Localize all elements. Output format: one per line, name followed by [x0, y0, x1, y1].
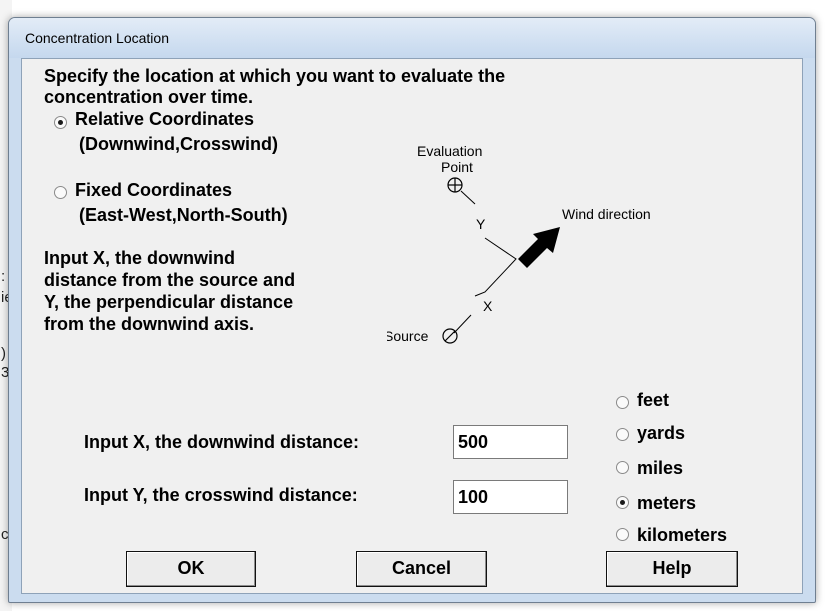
help-button[interactable]: Help	[606, 551, 738, 587]
fixed-coordinates-sublabel: (East-West,North-South)	[79, 205, 288, 225]
unit-kilometers-radio[interactable]	[616, 528, 629, 541]
background-text: )	[1, 345, 6, 362]
wind-direction-arrow-icon	[518, 227, 560, 268]
unit-yards-radio[interactable]	[616, 428, 629, 441]
unit-kilometers-label[interactable]: kilometers	[637, 525, 727, 546]
y-axis-label: Y	[476, 216, 486, 232]
dialog-client-area: Specify the location at which you want t…	[21, 58, 803, 594]
unit-yards-label[interactable]: yards	[637, 423, 685, 444]
relative-coordinates-radio[interactable]	[54, 116, 67, 129]
downwind-distance-input[interactable]: 500	[453, 425, 568, 459]
source-icon	[442, 328, 458, 344]
description-text: Input X, the downwind distance from the …	[44, 247, 295, 335]
crosswind-distance-input[interactable]: 100	[453, 480, 568, 514]
description-line: from the downwind axis.	[44, 314, 255, 334]
distance-path	[474, 237, 517, 297]
unit-meters-radio[interactable]	[616, 496, 629, 509]
title-bar[interactable]: Concentration Location	[9, 18, 815, 58]
description-line: Y, the perpendicular distance	[44, 292, 294, 312]
background-text: :	[1, 268, 6, 285]
input-y-label: Input Y, the crosswind distance:	[84, 485, 358, 505]
cancel-button[interactable]: Cancel	[356, 551, 487, 587]
fixed-coordinates-radio[interactable]	[54, 186, 67, 199]
fixed-coordinates-label[interactable]: Fixed Coordinates	[75, 180, 232, 201]
source-label: Source	[387, 328, 429, 344]
instruction-line: Specify the location at which you want t…	[44, 66, 506, 86]
instruction-text: Specify the location at which you want t…	[44, 66, 505, 108]
input-x-label: Input X, the downwind distance:	[84, 432, 359, 452]
y-axis-line	[460, 190, 476, 205]
concentration-location-dialog: Concentration Location Specify the locat…	[8, 17, 816, 603]
description-line: distance from the source and	[44, 270, 296, 290]
unit-feet-label[interactable]: feet	[637, 390, 669, 411]
wind-diagram: Evaluation Point Y X Source Wind directi…	[387, 143, 651, 344]
relative-coordinates-sublabel: (Downwind,Crosswind)	[79, 134, 278, 154]
unit-miles-label[interactable]: miles	[637, 458, 683, 479]
x-axis-line	[453, 314, 472, 334]
window-title: Concentration Location	[25, 30, 169, 46]
evaluation-point-label: Point	[441, 159, 473, 175]
unit-feet-radio[interactable]	[616, 396, 629, 409]
evaluation-point-label: Evaluation	[417, 143, 482, 159]
wind-direction-label: Wind direction	[562, 206, 651, 222]
unit-miles-radio[interactable]	[616, 461, 629, 474]
ok-button[interactable]: OK	[126, 551, 256, 587]
x-axis-label: X	[483, 298, 493, 314]
unit-meters-label[interactable]: meters	[637, 493, 696, 514]
instruction-line: concentration over time.	[44, 87, 254, 107]
description-line: Input X, the downwind	[44, 248, 235, 268]
evaluation-point-icon	[447, 177, 463, 193]
relative-coordinates-label[interactable]: Relative Coordinates	[75, 109, 254, 130]
